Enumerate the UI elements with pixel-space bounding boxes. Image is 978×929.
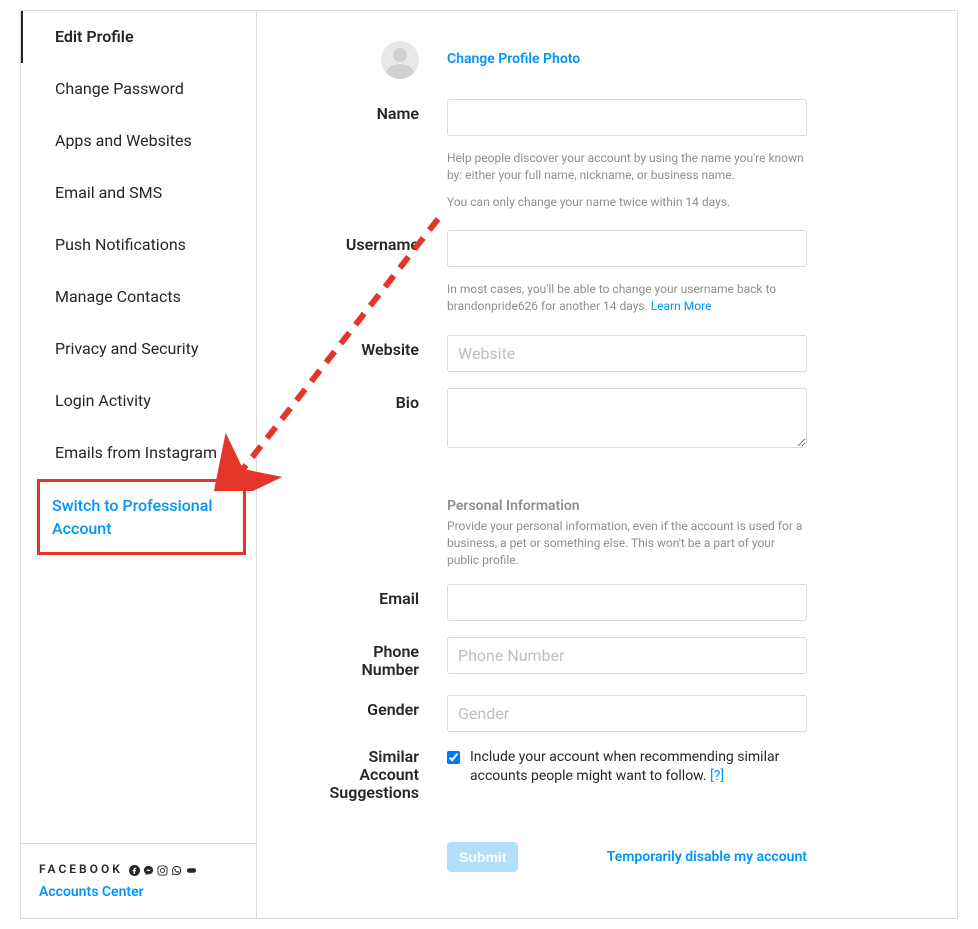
sidebar-item-login-activity[interactable]: Login Activity [21,375,256,427]
settings-container: Edit Profile Change Password Apps and We… [20,10,958,919]
facebook-brand-row: FACEBOOK [39,862,228,876]
personal-info-heading: Personal Information [447,498,807,514]
website-input[interactable] [447,335,807,372]
suggestions-checkbox-label: Include your account when recommending s… [470,748,807,786]
username-learn-more-link[interactable]: Learn More [651,299,712,313]
whatsapp-icon [171,864,182,875]
suggestions-row: Similar Account Suggestions Include your… [317,748,897,802]
accounts-center-link[interactable]: Accounts Center [39,884,228,900]
gender-input[interactable] [447,695,807,732]
avatar-row: Change Profile Photo [317,41,897,79]
sidebar-item-apps-and-websites[interactable]: Apps and Websites [21,115,256,167]
facebook-label: FACEBOOK [39,862,123,876]
gender-label: Gender [317,695,447,732]
website-label: Website [317,335,447,372]
username-label: Username [317,230,447,315]
bio-textarea[interactable] [447,388,807,448]
sidebar-nav: Edit Profile Change Password Apps and We… [21,11,256,843]
edit-profile-form: Change Profile Photo Name Help people di… [257,11,957,918]
sidebar-item-switch-professional[interactable]: Switch to Professional Account [37,479,246,555]
oculus-icon [185,864,196,875]
sidebar-footer: FACEBOOK Accounts Center [21,843,256,918]
sidebar-item-edit-profile[interactable]: Edit Profile [21,11,256,63]
profile-avatar[interactable] [381,41,419,79]
name-help-text-1: Help people discover your account by usi… [447,150,807,184]
phone-row: Phone Number [317,637,897,679]
website-row: Website [317,335,897,372]
username-help-text: In most cases, you'll be able to change … [447,281,807,315]
settings-sidebar: Edit Profile Change Password Apps and We… [21,11,257,918]
email-input[interactable] [447,584,807,621]
phone-input[interactable] [447,637,807,674]
email-row: Email [317,584,897,621]
gender-row: Gender [317,695,897,732]
username-input[interactable] [447,230,807,267]
submit-button[interactable]: Submit [447,842,518,872]
personal-info-row: Personal Information Provide your person… [317,468,897,568]
suggestions-checkbox[interactable] [447,750,460,765]
bio-label: Bio [317,388,447,452]
name-label: Name [317,99,447,210]
sidebar-item-email-and-sms[interactable]: Email and SMS [21,167,256,219]
facebook-icon [129,864,140,875]
name-input[interactable] [447,99,807,136]
bio-row: Bio [317,388,897,452]
phone-label: Phone Number [317,637,447,679]
username-row: Username In most cases, you'll be able t… [317,230,897,315]
name-help-text-2: You can only change your name twice with… [447,194,807,211]
suggestions-checkbox-wrap[interactable]: Include your account when recommending s… [447,748,807,786]
messenger-icon [143,864,154,875]
suggestions-help-link[interactable]: [?] [710,768,724,784]
sidebar-item-emails-from-instagram[interactable]: Emails from Instagram [21,427,256,479]
sidebar-item-privacy-and-security[interactable]: Privacy and Security [21,323,256,375]
personal-info-text: Provide your personal information, even … [447,518,807,568]
sidebar-item-manage-contacts[interactable]: Manage Contacts [21,271,256,323]
change-profile-photo-link[interactable]: Change Profile Photo [447,41,807,67]
sidebar-item-change-password[interactable]: Change Password [21,63,256,115]
instagram-icon [157,864,168,875]
facebook-product-icons [129,864,196,875]
suggestions-label: Similar Account Suggestions [317,748,447,802]
email-label: Email [317,584,447,621]
temporarily-disable-link[interactable]: Temporarily disable my account [607,849,807,865]
name-row: Name Help people discover your account b… [317,99,897,210]
sidebar-item-push-notifications[interactable]: Push Notifications [21,219,256,271]
actions-row: Submit Temporarily disable my account [317,842,897,872]
